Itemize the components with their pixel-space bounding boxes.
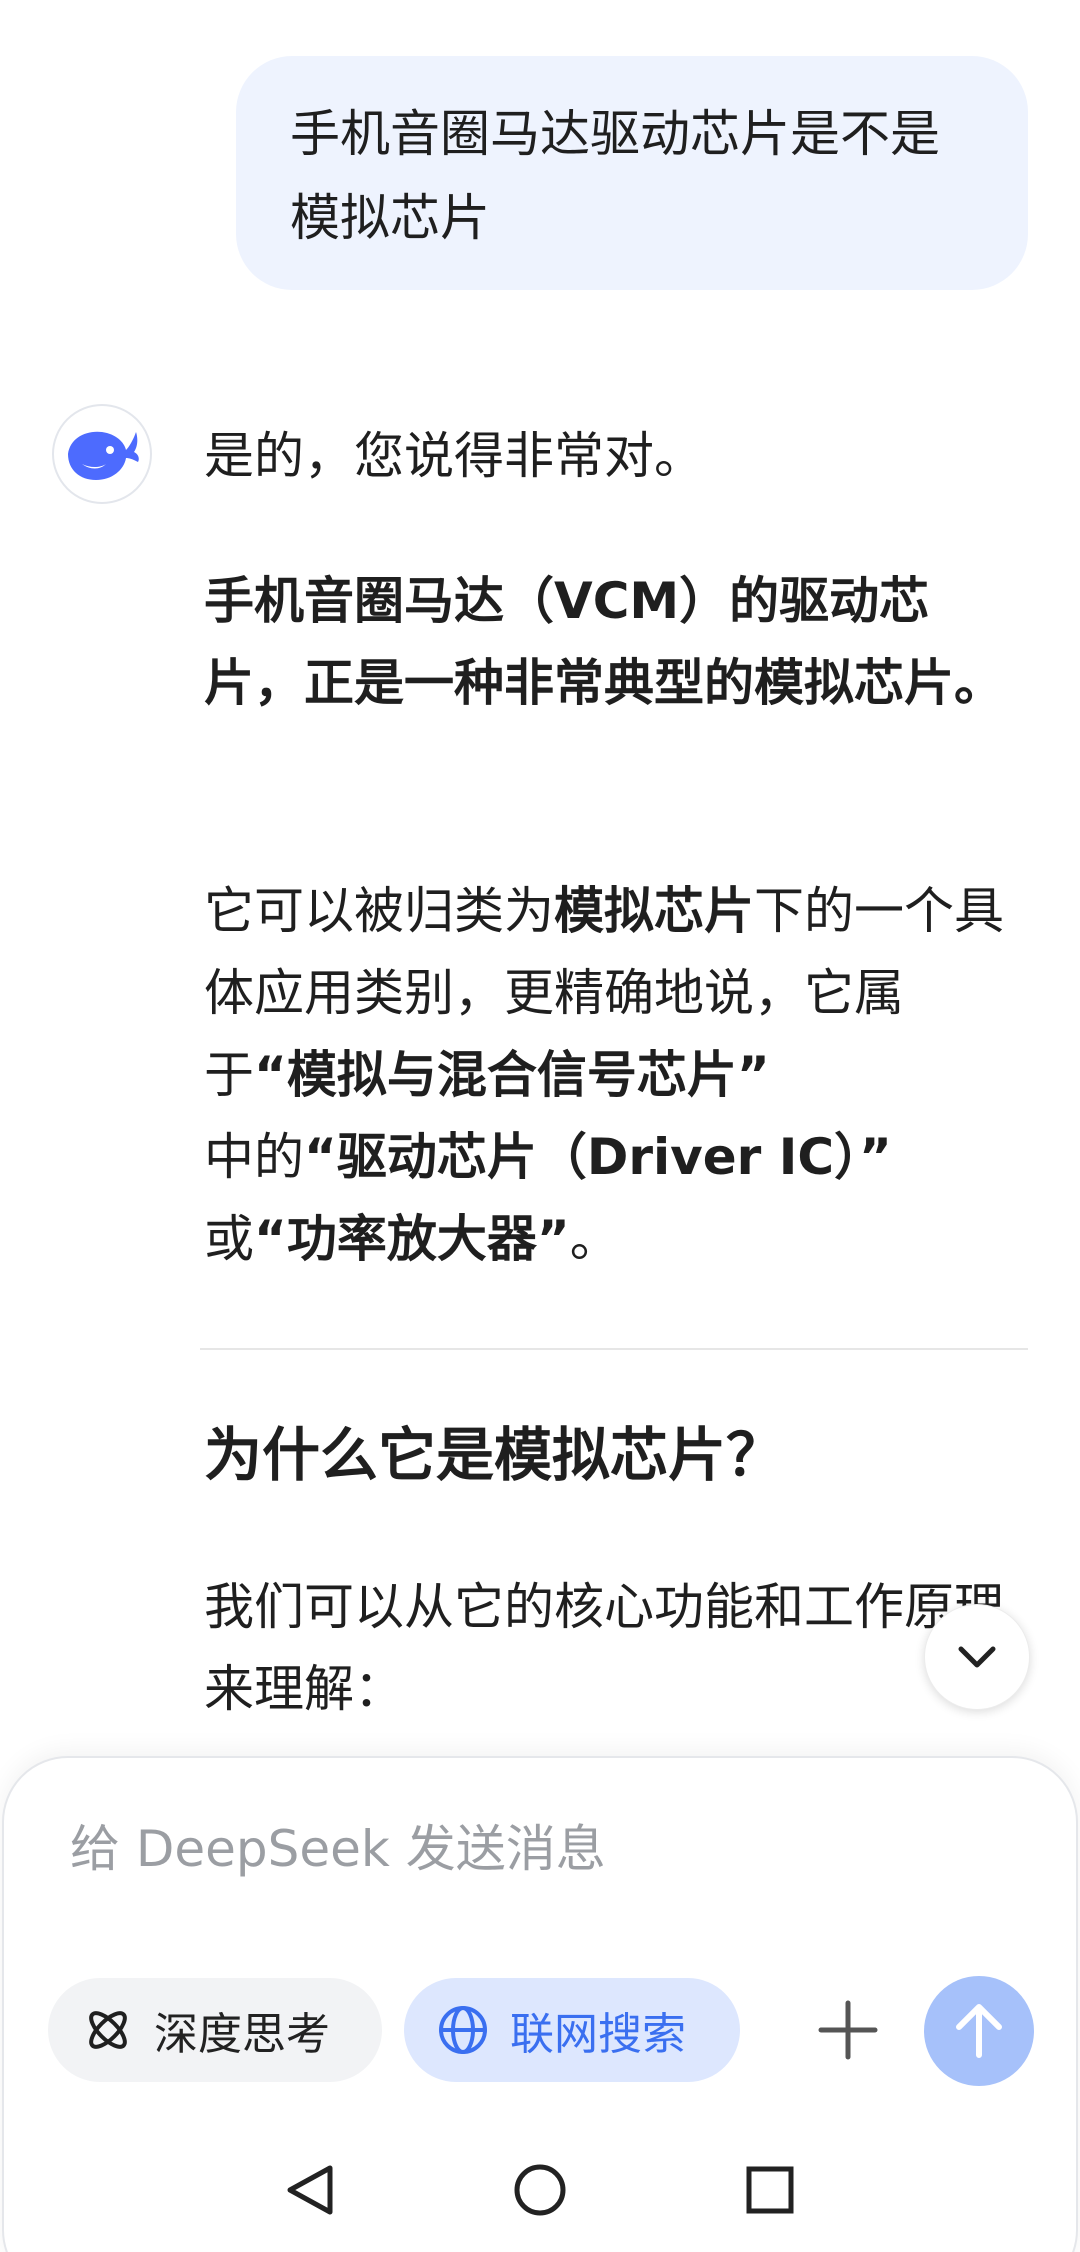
reply-body-paragraph: 它可以被归类为模拟芯片下的一个具体应用类别，更精确地说，它属于“模拟与混合信号芯… xyxy=(204,870,1024,1280)
triangle-back-icon xyxy=(287,2165,333,2215)
body-text-3: 中的 xyxy=(204,1128,304,1186)
section-divider xyxy=(200,1348,1028,1350)
deep-think-toggle[interactable]: 深度思考 xyxy=(48,1978,382,2082)
body-bold-4: “功率放大器” xyxy=(254,1210,570,1268)
nav-back-button[interactable] xyxy=(278,2158,342,2222)
atom-icon xyxy=(89,2011,127,2049)
chat-screen: 手机音圈马达驱动芯片是不是模拟芯片 是的，您说得非常对。 手机音圈马达（VCM）… xyxy=(0,0,1080,2252)
body-text-1: 它可以被归类为 xyxy=(204,882,554,940)
deep-think-label: 深度思考 xyxy=(154,2009,330,2060)
square-recents-icon xyxy=(746,2166,794,2214)
body-bold-1: 模拟芯片 xyxy=(554,882,754,940)
message-input[interactable] xyxy=(70,1820,870,1878)
scroll-to-bottom-button[interactable] xyxy=(924,1604,1030,1710)
nav-home-button[interactable] xyxy=(508,2158,572,2222)
body-bold-3: “驱动芯片（Driver IC）” xyxy=(304,1128,892,1186)
section-heading: 为什么它是模拟芯片？ xyxy=(204,1421,785,1489)
plus-icon xyxy=(818,2000,878,2060)
body-bold-2: “模拟与混合信号芯片” xyxy=(254,1046,770,1104)
body-text-5: 。 xyxy=(569,1210,620,1268)
deepseek-whale-icon xyxy=(68,431,139,480)
body-text-4: 或 xyxy=(204,1210,254,1268)
circle-home-icon xyxy=(514,2164,566,2216)
globe-icon xyxy=(439,2006,487,2054)
section-text: 我们可以从它的核心功能和工作原理来理解： xyxy=(204,1578,1004,1718)
attach-button[interactable] xyxy=(810,1992,886,2068)
assistant-avatar xyxy=(52,404,152,504)
arrow-up-icon xyxy=(956,2004,1002,2058)
user-message-bubble[interactable]: 手机音圈马达驱动芯片是不是模拟芯片 xyxy=(236,56,1028,290)
chevron-down-icon xyxy=(958,1646,996,1668)
reply-strong-statement: 手机音圈马达（VCM）的驱动芯片，正是一种非常典型的模拟芯片。 xyxy=(204,572,1004,712)
system-nav-bar xyxy=(0,2140,1080,2240)
send-button[interactable] xyxy=(924,1976,1034,2086)
web-search-label: 联网搜索 xyxy=(510,2009,686,2060)
web-search-toggle[interactable]: 联网搜索 xyxy=(404,1978,740,2082)
nav-recents-button[interactable] xyxy=(738,2158,802,2222)
reply-intro: 是的，您说得非常对。 xyxy=(204,427,704,485)
